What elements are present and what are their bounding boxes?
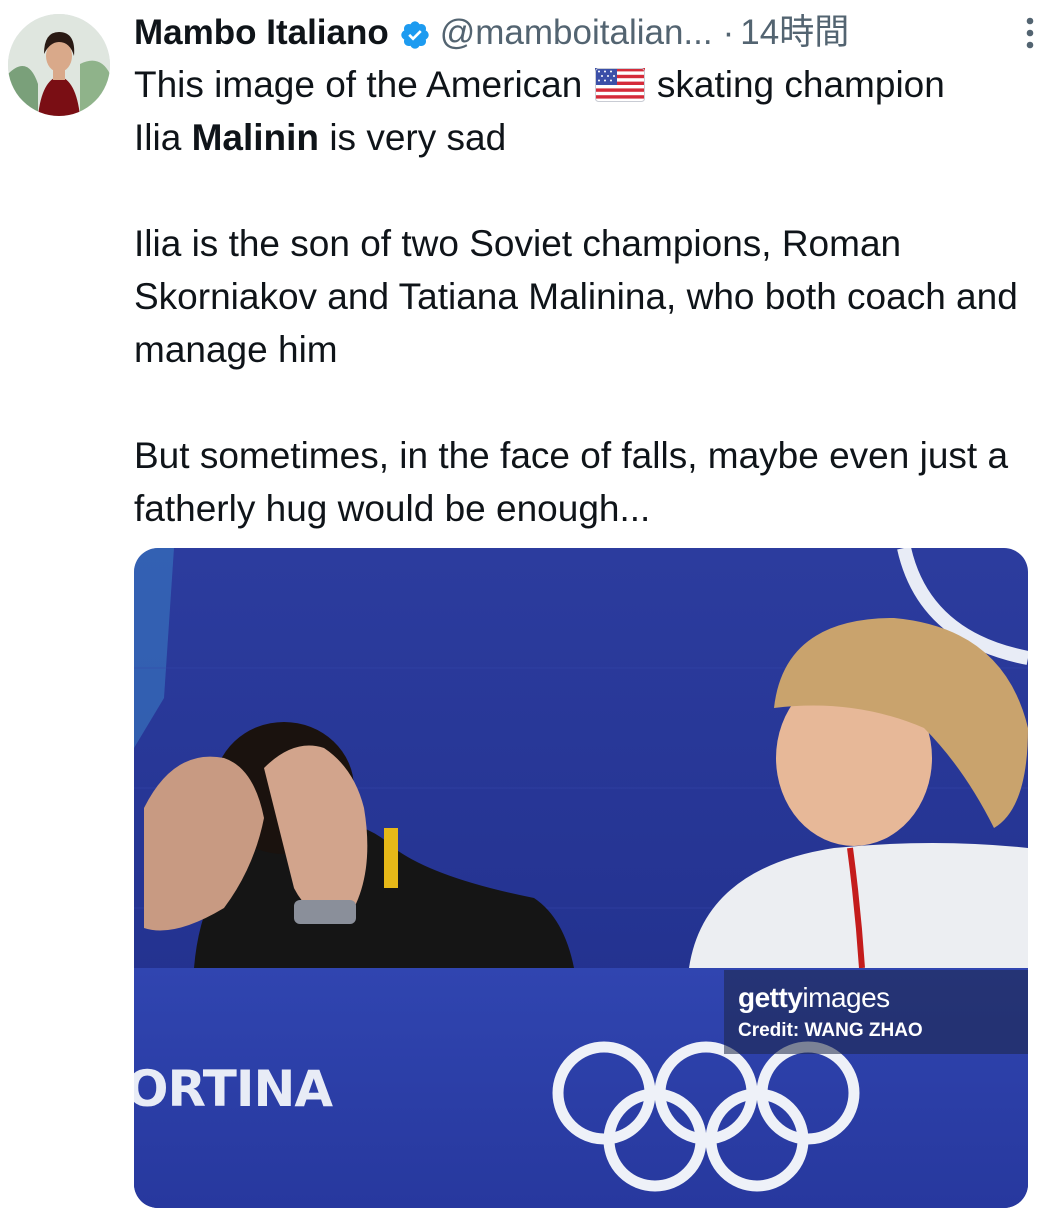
getty-logo: gettyimages xyxy=(738,982,890,1014)
avatar[interactable] xyxy=(8,14,110,116)
text-line2-suffix: is very sad xyxy=(329,117,507,158)
author-handle[interactable]: @mamboitalian... xyxy=(440,10,713,56)
getty-watermark: gettyimages Credit: WANG ZHAO xyxy=(724,970,1028,1054)
getty-brand-bold: getty xyxy=(738,982,803,1013)
tweet-text: This image of the American skating champ… xyxy=(134,58,1034,535)
paragraph-2: Ilia is the son of two Soviet champions,… xyxy=(134,223,1018,370)
paragraph-3: But sometimes, in the face of falls, may… xyxy=(134,435,1009,529)
text-bold-name: Malinin xyxy=(191,117,320,158)
photo-credit: Credit: WANG ZHAO xyxy=(738,1020,923,1041)
separator-dot: · xyxy=(722,13,735,52)
text-line1-a: This image of the American xyxy=(134,64,583,105)
paragraph-1: This image of the American skating champ… xyxy=(134,58,1034,164)
author-display-name[interactable]: Mambo Italiano xyxy=(134,10,389,56)
text-line1-b: skating champion xyxy=(656,64,945,105)
venue-text: ORTINA xyxy=(134,1060,333,1118)
tweet-timestamp[interactable]: 14時間 xyxy=(740,10,849,56)
profile-photo xyxy=(8,14,110,116)
tweet-media-photo[interactable]: ORTINA gettyimages Credit: WANG ZHAO xyxy=(134,548,1028,1208)
more-options-button[interactable] xyxy=(1010,10,1050,56)
us-flag-icon xyxy=(594,63,645,102)
text-line2-prefix: Ilia xyxy=(134,117,182,158)
tweet-header: Mambo Italiano @mamboitalian... · 14時間 xyxy=(134,10,1038,56)
verified-badge-icon xyxy=(399,17,431,49)
more-vertical-icon xyxy=(1026,17,1034,49)
getty-brand-light: images xyxy=(802,982,890,1013)
